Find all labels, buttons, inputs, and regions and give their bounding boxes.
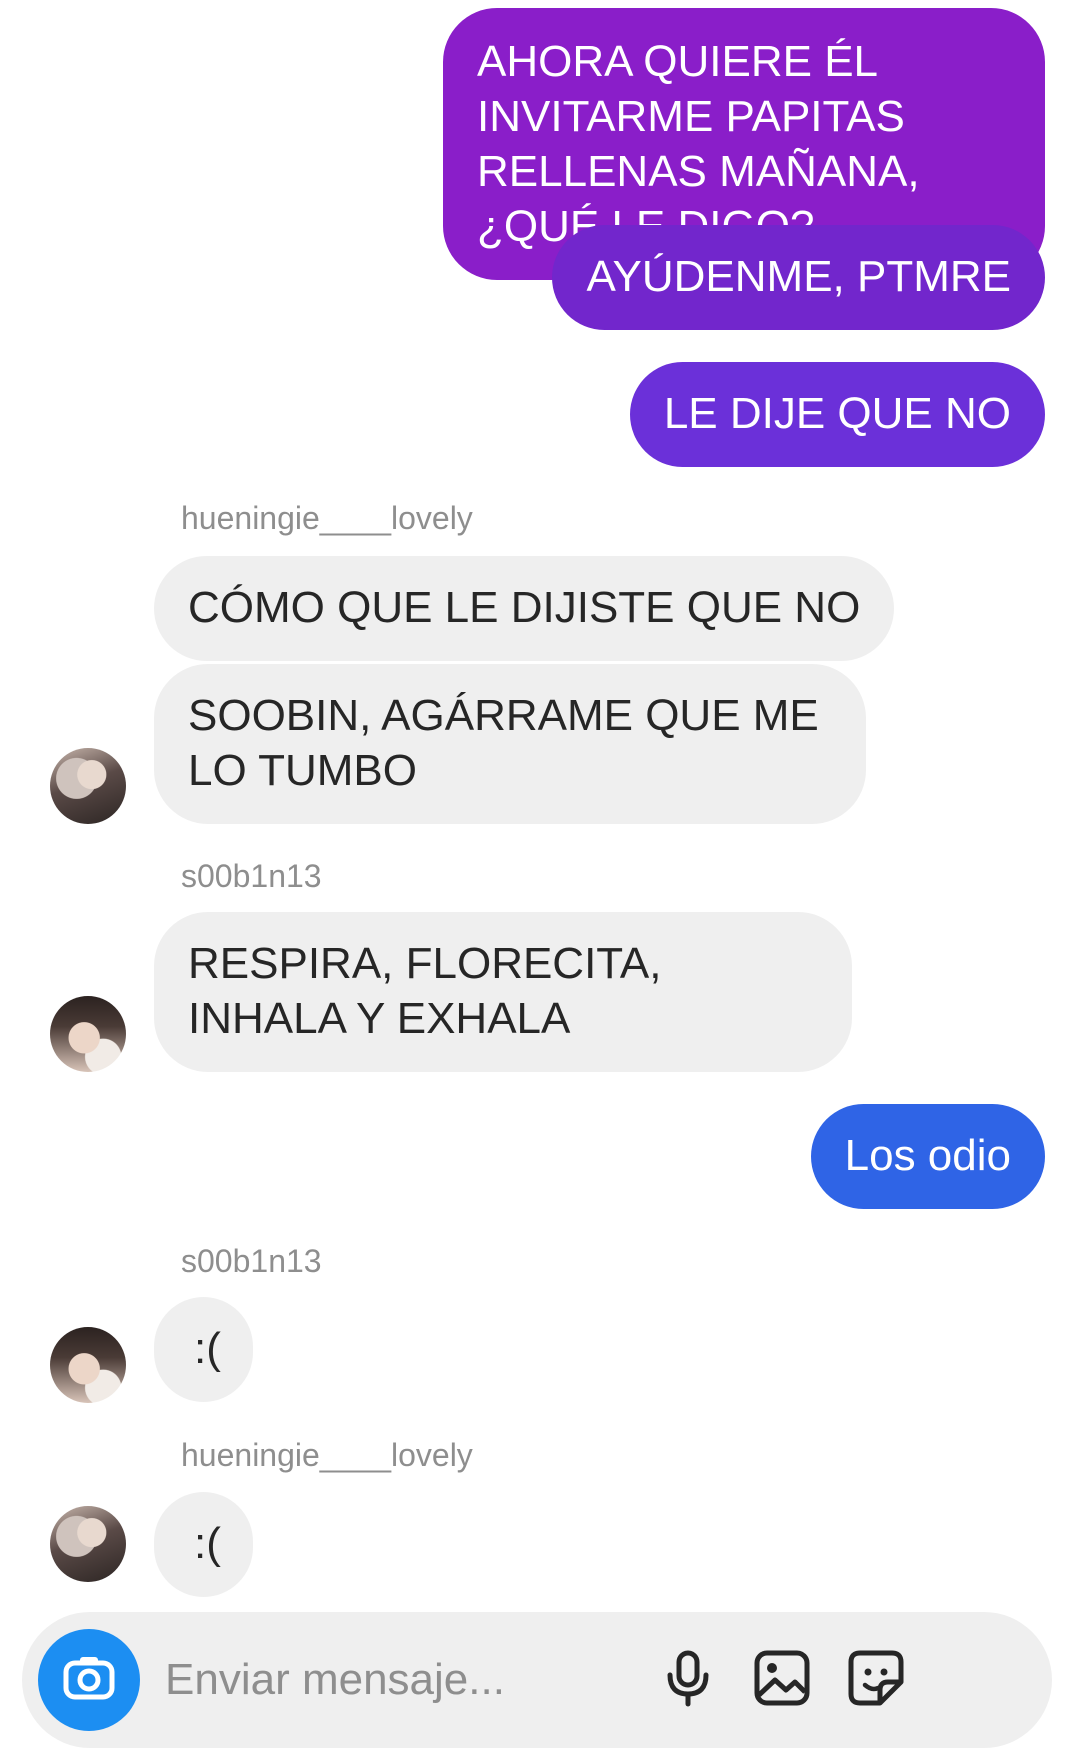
sticker-button[interactable] (838, 1642, 914, 1718)
sender-name: s00b1n13 (181, 1243, 322, 1279)
microphone-icon (660, 1648, 716, 1713)
sticker-icon (846, 1648, 906, 1713)
sender-name: hueningie____lovely (181, 500, 473, 536)
avatar-hueningie[interactable] (50, 1506, 126, 1582)
avatar-s00b1n13[interactable] (50, 996, 126, 1072)
sender-name: s00b1n13 (181, 858, 322, 894)
sender-name: hueningie____lovely (181, 1437, 473, 1473)
avatar-s00b1n13[interactable] (50, 1327, 126, 1403)
image-icon (753, 1649, 811, 1712)
message-input-wrapper (165, 1642, 685, 1718)
voice-message-button[interactable] (650, 1642, 726, 1718)
outgoing-message-bubble[interactable]: AYÚDENME, PTMRE (552, 225, 1045, 330)
outgoing-message-bubble[interactable]: Los odio (810, 1104, 1045, 1209)
camera-icon (62, 1651, 116, 1710)
message-input[interactable] (165, 1642, 685, 1718)
incoming-message-bubble[interactable]: :( (154, 1492, 253, 1597)
incoming-message-bubble[interactable]: RESPIRA, FLORECITA, INHALA Y EXHALA (154, 912, 852, 1072)
message-thread: AHORA QUIERE ÉL INVITARME PAPITAS RELLEN… (0, 0, 1080, 1620)
message-composer (22, 1612, 1052, 1748)
incoming-message-bubble[interactable]: CÓMO QUE LE DIJISTE QUE NO (154, 556, 895, 661)
avatar-hueningie[interactable] (50, 748, 126, 824)
gallery-button[interactable] (744, 1642, 820, 1718)
incoming-message-bubble[interactable]: :( (154, 1297, 253, 1402)
camera-button[interactable] (38, 1629, 140, 1731)
outgoing-message-bubble[interactable]: LE DIJE QUE NO (629, 362, 1045, 467)
incoming-message-bubble[interactable]: SOOBIN, AGÁRRAME QUE ME LO TUMBO (154, 664, 866, 824)
